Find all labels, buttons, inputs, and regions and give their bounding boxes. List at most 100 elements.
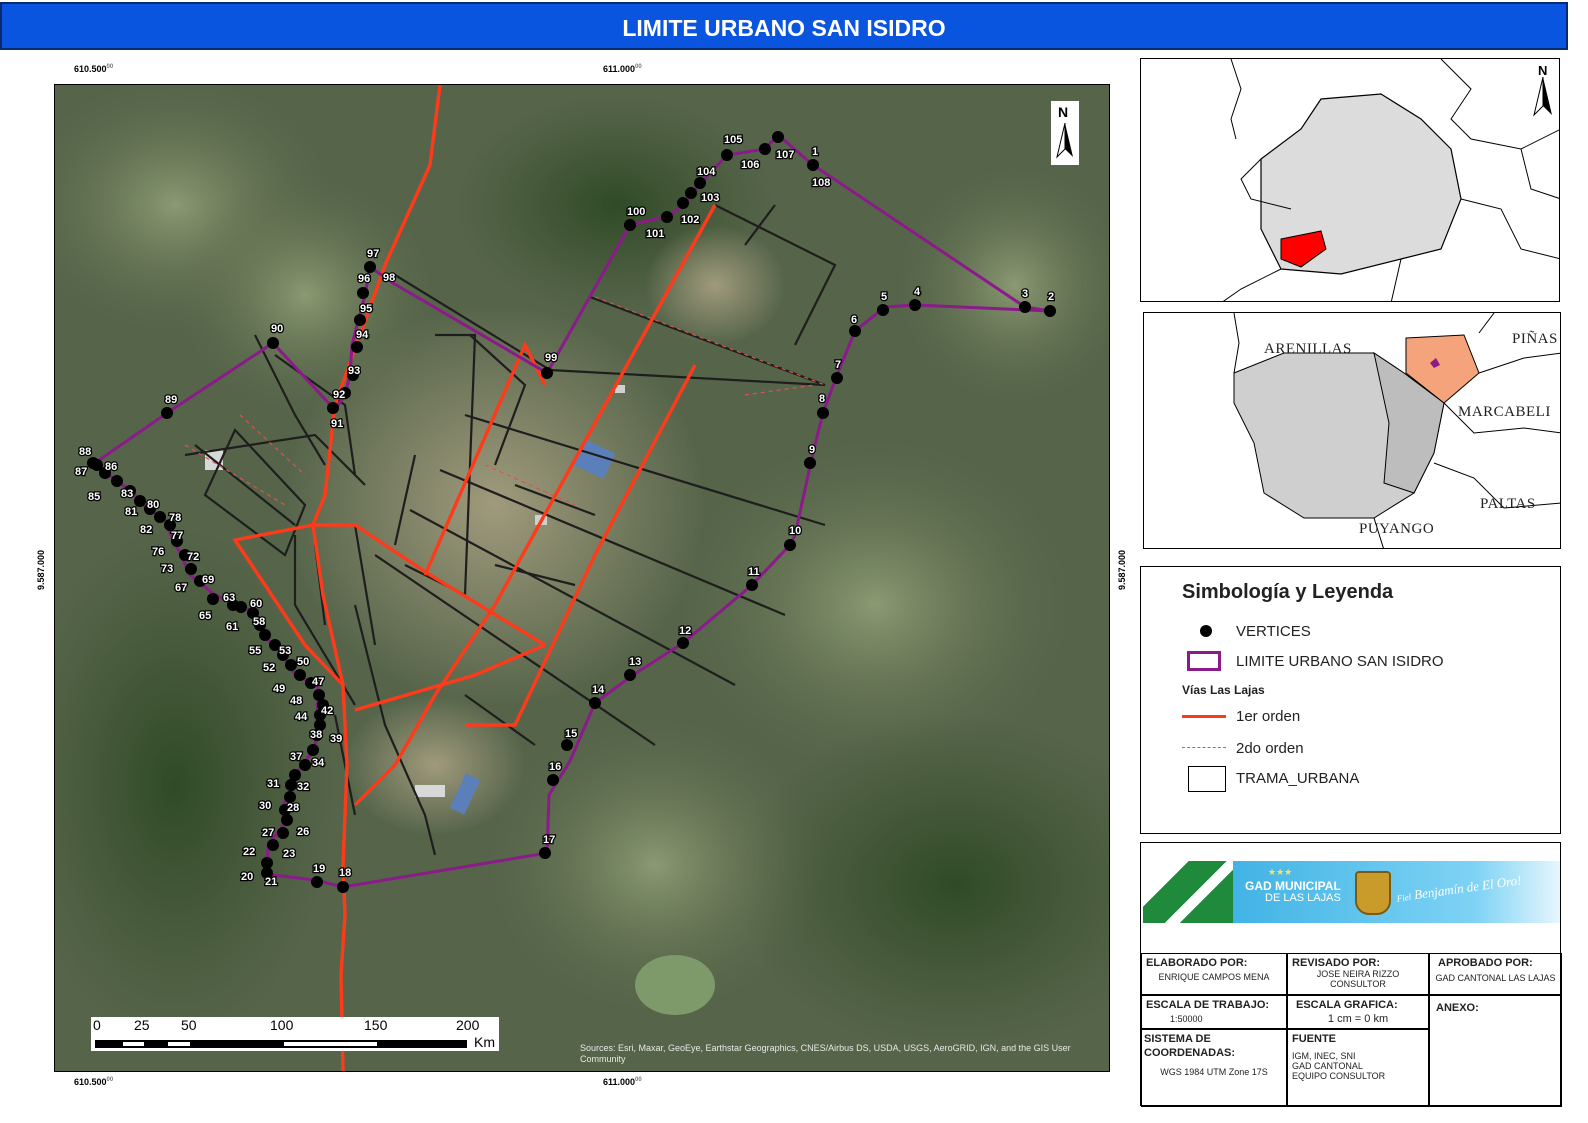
- grid-label-top-right: 611.00000: [603, 64, 642, 74]
- vertex-label: 97: [367, 248, 379, 260]
- vertex-label: 49: [273, 683, 285, 695]
- vertex-label: 93: [348, 365, 360, 377]
- vertex-label: 73: [161, 563, 173, 575]
- scale-label: 150: [364, 1017, 388, 1033]
- place-label-puyango: PUYANGO: [1359, 521, 1434, 537]
- vertex-label: 101: [646, 228, 664, 240]
- flag-icon: [1143, 861, 1233, 923]
- vertex-label: 39: [330, 733, 342, 745]
- logo-slogan: Fiel Benjamín de El Oro!: [1396, 872, 1523, 904]
- vertex-label: 37: [290, 751, 302, 763]
- vertex-label: 27: [262, 827, 274, 839]
- legend-title: Simbología y Leyenda: [1182, 581, 1394, 603]
- vertex-label: 83: [121, 488, 133, 500]
- canton-map-region[interactable]: ARENILLAS PIÑAS MARCABELI PALTAS PUYANGO: [1143, 312, 1561, 549]
- legend-vertices-label: VERTICES: [1236, 623, 1311, 640]
- overview-map-svg: N: [1222, 59, 1559, 301]
- legend-urban-grid-label: TRAMA_URBANA: [1236, 770, 1360, 787]
- vertex-label: 72: [187, 551, 199, 563]
- vertex-label: 21: [265, 876, 277, 888]
- place-label-paltas: PALTAS: [1480, 496, 1536, 512]
- vertex-label: 103: [701, 192, 719, 204]
- vertex-label: 88: [79, 446, 91, 458]
- vertex-label: 9: [809, 444, 815, 456]
- elaborado-cell: ELABORADO POR: ENRIQUE CAMPOS MENA: [1141, 953, 1287, 995]
- main-map[interactable]: 1 2 3 4 5 6 7 8 9 10 11 12 13 14 15 16 1…: [54, 84, 1110, 1072]
- boundary-symbol: [1187, 651, 1221, 671]
- vertex-label: 69: [202, 574, 214, 586]
- scale-label: 50: [181, 1017, 197, 1033]
- vertex-label: 23: [283, 848, 295, 860]
- vertex-label: 85: [88, 491, 100, 503]
- scale-unit: Km: [474, 1034, 495, 1050]
- vertex-label: 44: [295, 711, 308, 723]
- vertex-label: 30: [259, 800, 271, 812]
- grid-label-bottom-right: 611.00000: [603, 1077, 642, 1087]
- vertex-label: 16: [549, 761, 561, 773]
- vertex-label: 1: [812, 146, 818, 158]
- vertex-label: 17: [543, 834, 555, 846]
- vertex-label: 58: [253, 616, 265, 628]
- vertex-label: 65: [199, 610, 211, 622]
- scale-label: 100: [270, 1017, 294, 1033]
- main-map-svg: 1 2 3 4 5 6 7 8 9 10 11 12 13 14 15 16 1…: [55, 85, 1109, 1071]
- vertex-label: 78: [169, 512, 181, 524]
- legend-boundary-label: LIMITE URBANO SAN ISIDRO: [1236, 653, 1444, 670]
- vertex-label: 102: [681, 214, 699, 226]
- vertex-label: 31: [267, 778, 279, 790]
- sistema-cell: SISTEMA DE COORDENADAS: WGS 1984 UTM Zon…: [1141, 1029, 1287, 1107]
- vertex-label: 98: [383, 272, 395, 284]
- legend-road-second-label: 2do orden: [1236, 740, 1304, 757]
- vertex-label: 106: [741, 159, 759, 171]
- vertex-label: 47: [312, 676, 324, 688]
- urban-grid-symbol: [1188, 766, 1226, 792]
- vertex-label: 38: [310, 729, 322, 741]
- svg-text:N: N: [1058, 104, 1068, 120]
- stars-icon: ★★★: [1268, 867, 1293, 877]
- vertex-label: 100: [627, 206, 645, 218]
- legend-road-first-label: 1er orden: [1236, 708, 1301, 725]
- vertex-label: 48: [290, 695, 302, 707]
- vertex-label: 19: [313, 863, 325, 875]
- vertex-symbol: [1200, 625, 1212, 637]
- vertex-label: 99: [545, 352, 557, 364]
- vertex-label: 90: [271, 323, 283, 335]
- scale-bar: [91, 1017, 499, 1051]
- vertex-label: 3: [1022, 288, 1028, 300]
- aprobado-cell: APROBADO POR: GAD CANTONAL LAS LAJAS: [1429, 953, 1562, 995]
- vertex-label: 13: [629, 656, 641, 668]
- vertex-label: 26: [297, 826, 309, 838]
- vertex-label: 18: [339, 867, 351, 879]
- revisado-cell: REVISADO POR: JOSE NEIRA RIZZO CONSULTOR: [1287, 953, 1429, 995]
- vertex-label: 82: [140, 524, 152, 536]
- gad-logo-banner: ★★★ GAD MUNICIPAL DE LAS LAJAS Fiel Benj…: [1143, 861, 1560, 923]
- vertex-label: 108: [812, 177, 830, 189]
- grid-label-bottom-left: 610.50000: [74, 1077, 114, 1087]
- vertex-label: 20: [241, 871, 253, 883]
- place-label-pinas: PIÑAS: [1512, 331, 1558, 347]
- road-first-symbol: [1182, 715, 1226, 718]
- vertex-label: 96: [358, 273, 370, 285]
- vertex-label: 22: [243, 846, 255, 858]
- logo-line1: GAD MUNICIPAL: [1245, 879, 1341, 893]
- vertex-label: 61: [226, 621, 238, 633]
- vertex-label: 11: [748, 566, 760, 578]
- vertex-label: 28: [287, 802, 299, 814]
- canton-map-svg: ARENILLAS PIÑAS MARCABELI PALTAS PUYANGO: [1233, 313, 1560, 548]
- overview-map-region[interactable]: N: [1140, 58, 1560, 302]
- coat-of-arms-icon: [1355, 871, 1391, 915]
- vertex-label: 91: [331, 418, 343, 430]
- vertex-label: 32: [297, 781, 309, 793]
- vertex-label: 77: [171, 530, 183, 542]
- anexo-cell: ANEXO:: [1429, 995, 1562, 1107]
- scale-label: 0: [93, 1017, 101, 1033]
- vertex-label: 67: [175, 582, 187, 594]
- attribution-text: Sources: Esri, Maxar, GeoEye, Earthstar …: [580, 1043, 1071, 1064]
- vertex-label: 94: [356, 329, 369, 341]
- grid-label-top-left: 610.50000: [74, 64, 114, 74]
- vertex-label: 80: [147, 499, 159, 511]
- escala-grafica-cell: ESCALA GRAFICA: 1 cm = 0 km: [1287, 995, 1429, 1029]
- vertex-label: 105: [724, 134, 742, 146]
- vertex-label: 95: [360, 303, 372, 315]
- place-label-marcabeli: MARCABELI: [1458, 404, 1551, 420]
